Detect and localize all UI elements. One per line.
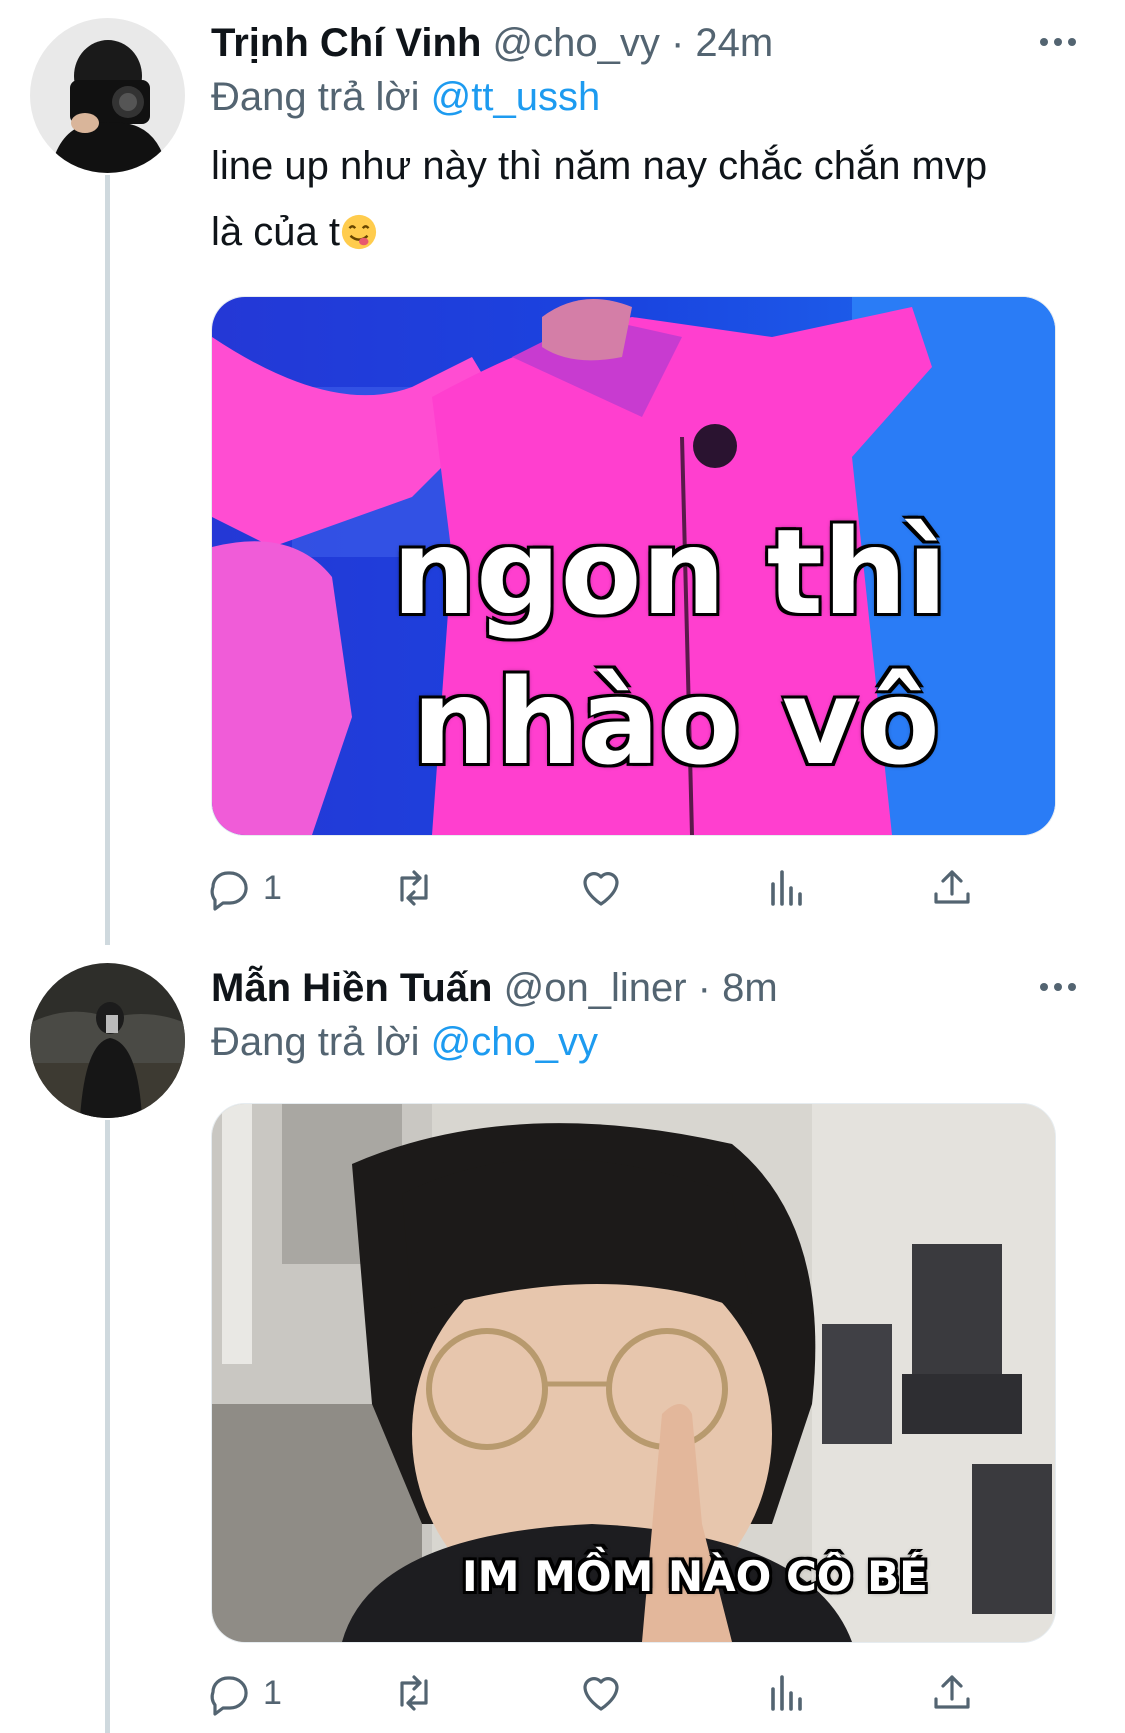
retweet-icon (400, 1675, 428, 1711)
share-icon (934, 870, 970, 904)
mention-link[interactable]: @tt_ussh (431, 75, 601, 119)
separator-dot: · (670, 21, 685, 65)
reply-button[interactable]: 1 (205, 1663, 282, 1723)
tweet-media[interactable]: ngon thì nhào vô (211, 296, 1056, 836)
tweet-header: Trịnh Chí Vinh @cho_vy · 24m (211, 18, 1065, 68)
user-handle[interactable]: @on_liner (504, 966, 687, 1010)
views-button[interactable] (763, 858, 811, 918)
tweet-text-line: line up như này thì năm nay chắc chắn mv… (211, 144, 988, 188)
user-handle[interactable]: @cho_vy (493, 21, 660, 65)
media-caption: IM MỒM NÀO CÔ BÉ (462, 1552, 928, 1601)
display-name[interactable]: Trịnh Chí Vinh (211, 21, 481, 65)
tweet[interactable]: Trịnh Chí Vinh @cho_vy · 24m Đang trả lờ… (0, 0, 1125, 930)
reply-count: 1 (263, 868, 282, 907)
heart-icon (583, 872, 619, 906)
share-button[interactable] (928, 1663, 976, 1723)
retweet-icon (400, 870, 428, 906)
tweet-media[interactable]: IM MỒM NÀO CÔ BÉ (211, 1103, 1056, 1643)
tweet-text: line up như này thì năm nay chắc chắn mv… (211, 133, 1035, 265)
mention-link[interactable]: @cho_vy (431, 1020, 598, 1064)
replying-to-label: Đang trả lời (211, 1020, 420, 1064)
timestamp[interactable]: 24m (695, 21, 773, 65)
reply-icon (210, 1676, 248, 1716)
tweet-header: Mẫn Hiền Tuấn @on_liner · 8m (211, 963, 1065, 1013)
reply-count: 1 (263, 1673, 282, 1712)
replying-to-label: Đang trả lời (211, 75, 420, 119)
media-caption: ngon thì (392, 503, 948, 641)
like-button[interactable] (577, 1663, 625, 1723)
share-button[interactable] (928, 858, 976, 918)
retweet-button[interactable] (390, 1663, 438, 1723)
media-caption: nhào vô (412, 653, 940, 791)
views-icon (771, 870, 802, 906)
display-name[interactable]: Mẫn Hiền Tuấn (211, 966, 492, 1010)
replying-to: Đang trả lời @tt_ussh (211, 72, 600, 122)
like-button[interactable] (577, 858, 625, 918)
timestamp[interactable]: 8m (722, 966, 778, 1010)
replying-to: Đang trả lời @cho_vy (211, 1017, 598, 1067)
savoring-food-emoji-icon (341, 214, 377, 250)
tweet[interactable]: Mẫn Hiền Tuấn @on_liner · 8m Đang trả lờ… (0, 945, 1125, 1733)
action-bar: 1 (205, 858, 1005, 918)
reply-button[interactable]: 1 (205, 858, 282, 918)
avatar[interactable] (30, 18, 185, 173)
views-icon (771, 1675, 802, 1711)
action-bar: 1 (205, 1663, 1005, 1723)
share-icon (934, 1675, 970, 1709)
retweet-button[interactable] (390, 858, 438, 918)
tweet-text-line: là của t (211, 210, 340, 254)
reply-icon (210, 871, 248, 911)
views-button[interactable] (763, 1663, 811, 1723)
heart-icon (583, 1677, 619, 1711)
avatar[interactable] (30, 963, 185, 1118)
separator-dot: · (697, 966, 711, 1010)
more-icon[interactable] (1033, 967, 1083, 1007)
more-icon[interactable] (1033, 22, 1083, 62)
